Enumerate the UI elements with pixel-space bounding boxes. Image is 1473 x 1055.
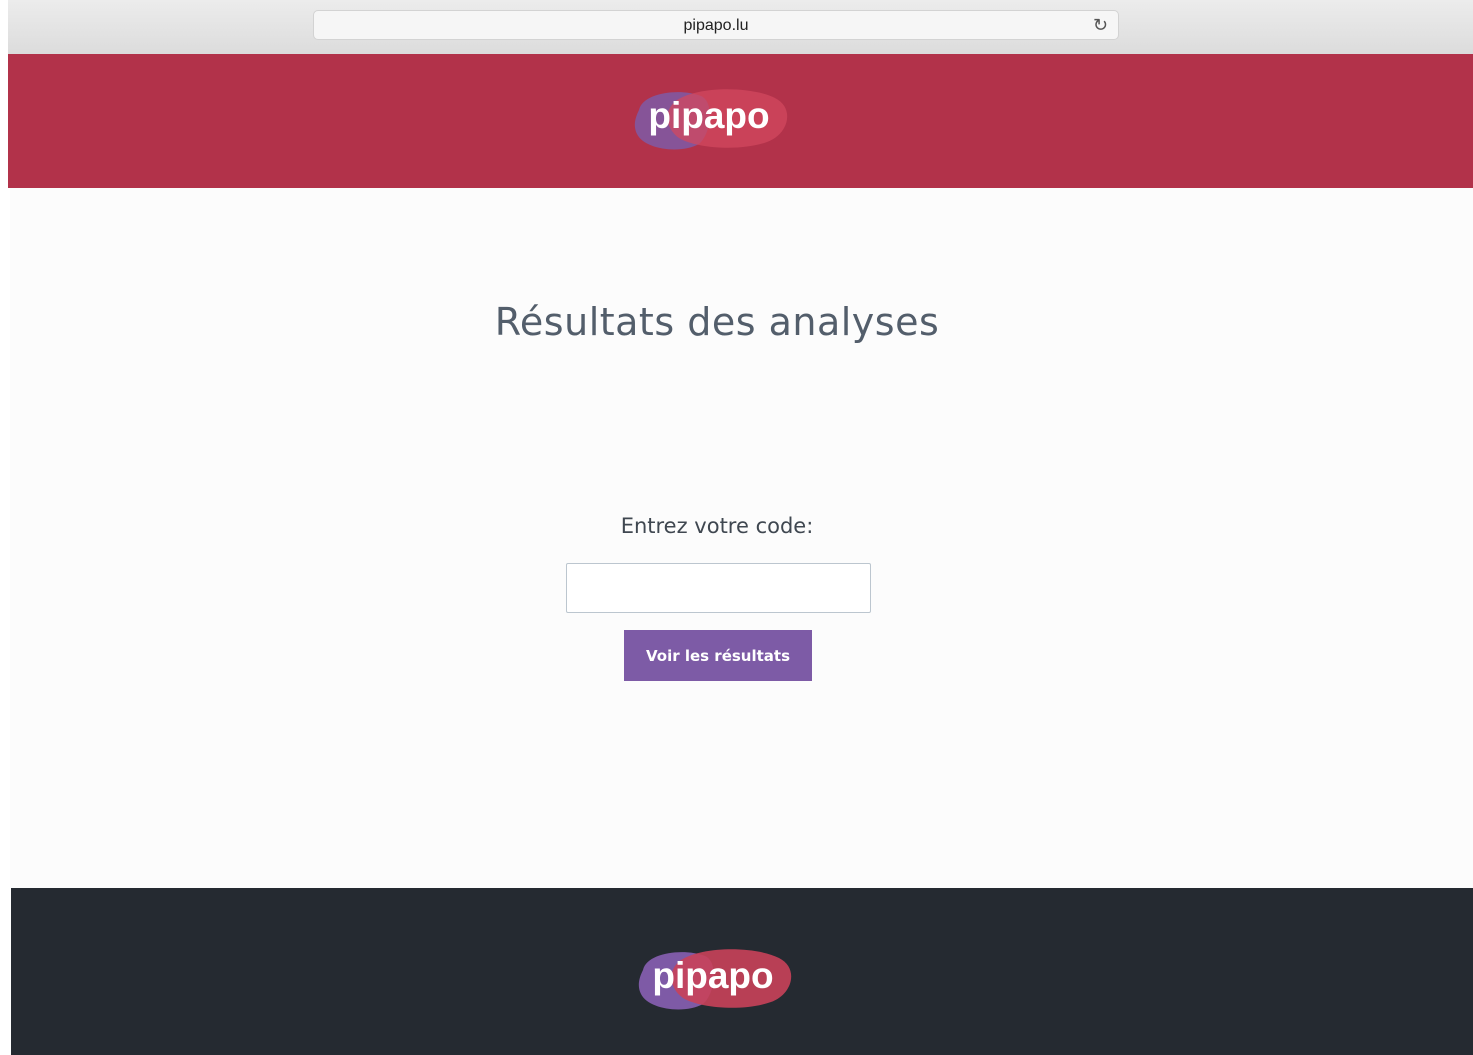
code-label: Entrez votre code:: [620, 514, 814, 538]
site-footer: pipapo: [11, 888, 1473, 1055]
footer-logo-text: pipapo: [652, 955, 773, 996]
footer-logo[interactable]: pipapo: [633, 946, 793, 1012]
code-input[interactable]: [566, 563, 871, 613]
logo-graphic: pipapo: [634, 89, 788, 150]
logo-text: pipapo: [648, 95, 769, 136]
page: pipapo.lu ↻ pipapo Résultats des analyse…: [0, 0, 1473, 1055]
footer-logo-graphic: pipapo: [638, 949, 792, 1010]
view-results-button[interactable]: Voir les résultats: [624, 630, 812, 681]
site-logo[interactable]: pipapo: [629, 86, 789, 152]
reload-icon[interactable]: ↻: [1093, 14, 1108, 36]
page-title: Résultats des analyses: [494, 300, 940, 344]
url-text[interactable]: pipapo.lu: [314, 17, 1118, 35]
browser-toolbar: pipapo.lu ↻: [8, 0, 1473, 55]
main-content: Résultats des analyses Entrez votre code…: [10, 188, 1473, 888]
address-bar[interactable]: pipapo.lu ↻: [313, 10, 1119, 40]
site-header: pipapo: [8, 54, 1473, 188]
